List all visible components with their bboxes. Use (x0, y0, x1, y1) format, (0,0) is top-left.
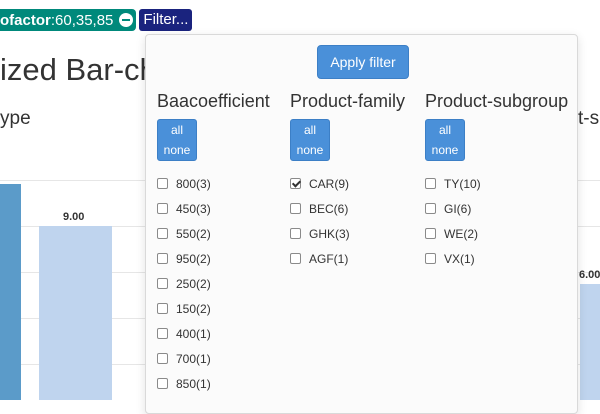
filter-dropdown-panel: Apply filter Baacoefficient all none 800… (145, 34, 578, 414)
select-toggle-group: all none (157, 119, 197, 161)
filter-column-product-subgroup: Product-subgroup all none TY(10) GI(6) WE(… (425, 89, 568, 271)
chart-subtitle-left: ype (0, 108, 31, 129)
checkbox-list: CAR(9) BEC(6) GHK(3) AGF(1) (290, 171, 405, 271)
checkbox[interactable] (425, 178, 436, 189)
filter-option[interactable]: CAR(9) (290, 171, 405, 196)
filter-option-label: VX(1) (444, 251, 475, 266)
filter-menu-button[interactable]: Filter... (139, 9, 193, 31)
filter-bar: ofactor :60,35,85 Filter... (0, 9, 193, 31)
checkbox[interactable] (290, 203, 301, 214)
filter-option-label: CAR(9) (309, 176, 350, 191)
filter-option-label: 550(2) (176, 226, 211, 241)
filter-option[interactable]: GI(6) (425, 196, 568, 221)
filter-option[interactable]: 450(3) (157, 196, 270, 221)
filter-option[interactable]: TY(10) (425, 171, 568, 196)
filter-column-product-family: Product-family all none CAR(9) BEC(6) GHK(… (290, 89, 405, 271)
bar-dark[interactable] (0, 184, 21, 400)
select-all-button[interactable]: all (426, 120, 464, 140)
filter-option[interactable]: 850(1) (157, 371, 270, 396)
checkbox[interactable] (157, 253, 168, 264)
checkbox[interactable] (425, 253, 436, 264)
filter-option[interactable]: 700(1) (157, 346, 270, 371)
column-title: Product-subgroup (425, 91, 569, 111)
chart-title: ized Bar-ch (0, 52, 157, 87)
filter-option-label: WE(2) (444, 226, 478, 241)
filter-field-name: ofactor (0, 11, 51, 29)
column-title: Baacoefficient (157, 91, 270, 111)
select-all-button[interactable]: all (291, 120, 329, 140)
active-filter-pill[interactable]: ofactor :60,35,85 (0, 9, 137, 31)
filter-option-label: 700(1) (176, 351, 211, 366)
filter-option-label: 950(2) (176, 251, 211, 266)
checkbox-list: 800(3) 450(3) 550(2) 950(2) 250(2) 150(2) 400(… (157, 171, 270, 396)
filter-option-label: 150(2) (176, 301, 211, 316)
filter-option-label: GI(6) (444, 201, 472, 216)
checkbox-checked[interactable] (290, 178, 301, 189)
chart-subtitle-right: t-su (578, 108, 600, 129)
filter-option[interactable]: 950(2) (157, 246, 270, 271)
filter-option[interactable]: 400(1) (157, 321, 270, 346)
checkbox[interactable] (290, 228, 301, 239)
filter-option[interactable]: GHK(3) (290, 221, 405, 246)
bar-6[interactable] (580, 284, 600, 400)
filter-option[interactable]: AGF(1) (290, 246, 405, 271)
filter-option-label: GHK(3) (309, 226, 350, 241)
filter-option-label: AGF(1) (309, 251, 349, 266)
select-none-button[interactable]: none (291, 140, 329, 160)
checkbox[interactable] (157, 178, 168, 189)
checkbox[interactable] (157, 328, 168, 339)
select-none-button[interactable]: none (158, 140, 196, 160)
checkbox[interactable] (157, 353, 168, 364)
checkbox[interactable] (425, 228, 436, 239)
minus-circle-icon[interactable] (119, 13, 134, 27)
filter-option-label: BEC(6) (309, 201, 349, 216)
select-toggle-group: all none (290, 119, 330, 161)
filter-option-label: 800(3) (176, 176, 211, 191)
filter-option[interactable]: 550(2) (157, 221, 270, 246)
column-title: Product-family (290, 91, 406, 111)
filter-option-label: TY(10) (444, 176, 481, 191)
apply-filter-button[interactable]: Apply filter (317, 45, 409, 79)
filter-option-label: 250(2) (176, 276, 211, 291)
checkbox[interactable] (290, 253, 301, 264)
filter-option[interactable]: 250(2) (157, 271, 270, 296)
checkbox[interactable] (157, 203, 168, 214)
select-none-button[interactable]: none (426, 140, 464, 160)
filter-column-baacoefficient: Baacoefficient all none 800(3) 450(3) 550(… (157, 89, 270, 396)
filter-option[interactable]: VX(1) (425, 246, 568, 271)
bar-9[interactable] (39, 226, 112, 400)
checkbox-list: TY(10) GI(6) WE(2) VX(1) (425, 171, 568, 271)
checkbox[interactable] (157, 278, 168, 289)
bar-data-label: 9.00 (63, 211, 85, 223)
bar-data-label: 6.00 (579, 269, 600, 281)
filter-option[interactable]: WE(2) (425, 221, 568, 246)
select-all-button[interactable]: all (158, 120, 196, 140)
checkbox[interactable] (157, 303, 168, 314)
filter-values: :60,35,85 (50, 11, 114, 29)
filter-option-label: 400(1) (176, 326, 211, 341)
select-toggle-group: all none (425, 119, 465, 161)
filter-option[interactable]: 150(2) (157, 296, 270, 321)
filter-option[interactable]: 800(3) (157, 171, 270, 196)
filter-option-label: 450(3) (176, 201, 211, 216)
checkbox[interactable] (157, 378, 168, 389)
checkbox[interactable] (425, 203, 436, 214)
filter-option-label: 850(1) (176, 376, 211, 391)
filter-option[interactable]: BEC(6) (290, 196, 405, 221)
checkbox[interactable] (157, 228, 168, 239)
